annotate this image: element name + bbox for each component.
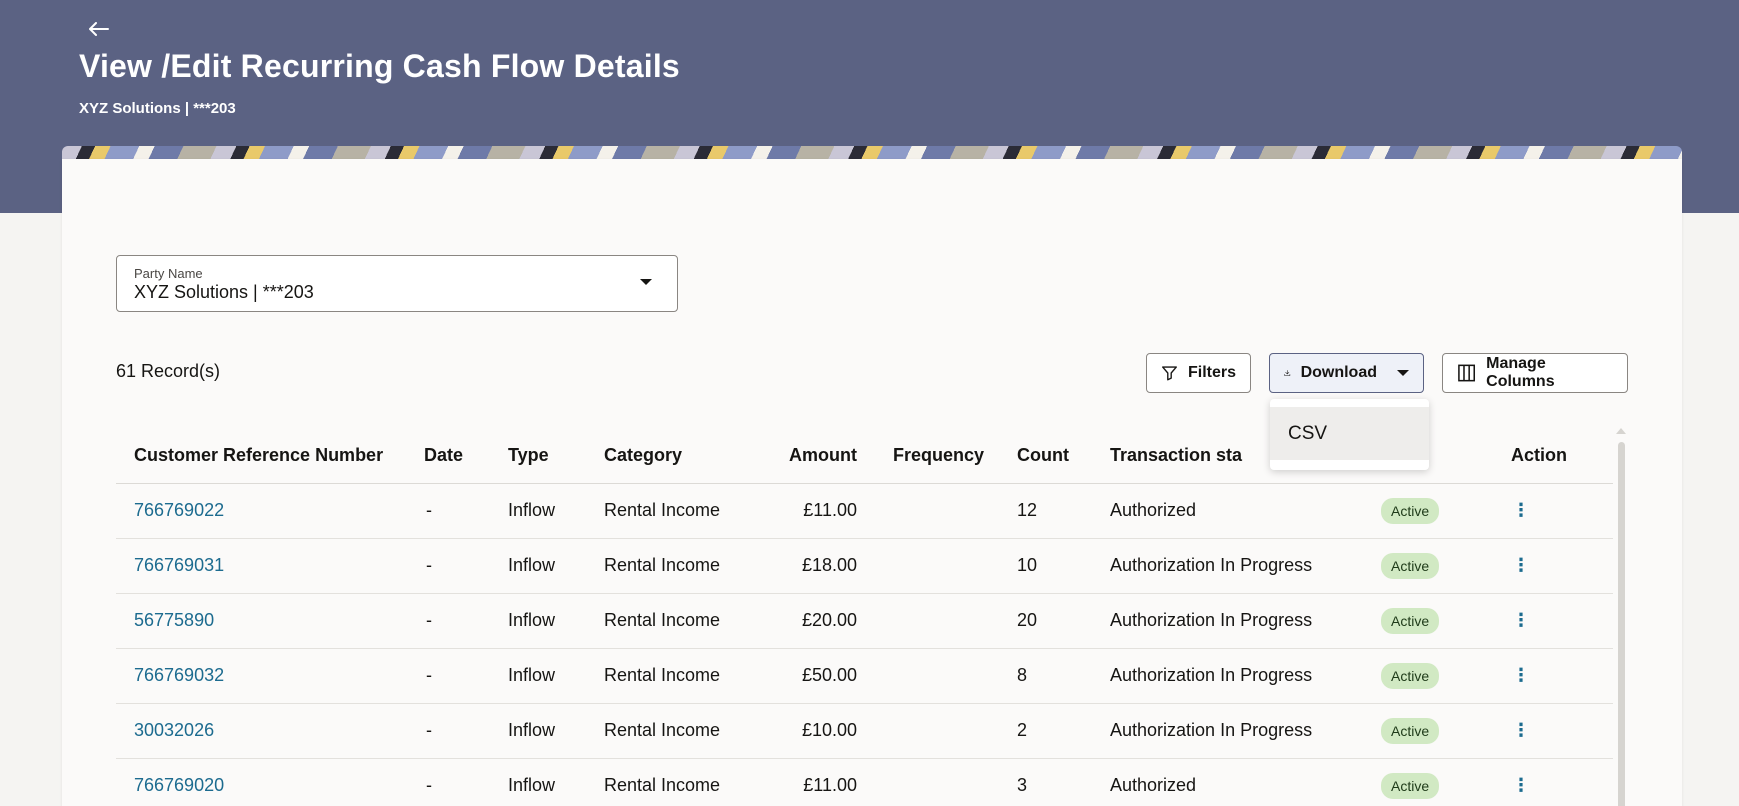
transaction-status-cell: Authorization In Progress: [1110, 593, 1381, 649]
party-name-select[interactable]: Party Name XYZ Solutions | ***203: [116, 255, 678, 312]
date-cell: -: [424, 703, 508, 759]
type-cell: Inflow: [508, 538, 604, 594]
column-header-frequency[interactable]: Frequency: [875, 428, 1013, 484]
cash-flow-table: Customer Reference Number Date Type Cate…: [116, 428, 1613, 806]
table-row: 766769032 - Inflow Rental Income £50.00 …: [116, 648, 1613, 704]
reference-link[interactable]: 766769020: [134, 775, 224, 795]
column-header-count[interactable]: Count: [1013, 428, 1110, 484]
manage-columns-button[interactable]: Manage Columns: [1442, 353, 1628, 393]
amount-cell: £11.00: [769, 483, 875, 539]
party-name-label: Party Name: [134, 266, 203, 281]
column-header-date[interactable]: Date: [424, 428, 508, 484]
reference-link[interactable]: 766769031: [134, 555, 224, 575]
filters-label: Filters: [1187, 364, 1236, 381]
table-scrollbar[interactable]: [1615, 428, 1627, 806]
record-count: 61 Record(s): [116, 361, 221, 381]
date-cell: -: [424, 648, 508, 704]
more-actions-icon[interactable]: ⋮: [1511, 720, 1531, 741]
status-badge: Active: [1381, 662, 1440, 689]
category-cell: Rental Income: [604, 483, 769, 539]
count-cell: 8: [1013, 648, 1110, 704]
reference-link[interactable]: 56775890: [134, 610, 214, 630]
back-button[interactable]: [86, 16, 112, 42]
reference-link[interactable]: 766769032: [134, 665, 224, 685]
frequency-cell: [875, 703, 1013, 759]
category-cell: Rental Income: [604, 648, 769, 704]
type-cell: Inflow: [508, 758, 604, 806]
more-actions-icon[interactable]: ⋮: [1511, 610, 1531, 631]
amount-cell: £10.00: [769, 703, 875, 759]
filter-icon: [1162, 366, 1177, 381]
reference-link[interactable]: 30032026: [134, 720, 214, 740]
table-row: 766769020 - Inflow Rental Income £11.00 …: [116, 758, 1613, 806]
page-title: View /Edit Recurring Cash Flow Details: [79, 48, 680, 84]
date-cell: -: [424, 483, 508, 539]
download-dropdown-menu: CSV: [1270, 399, 1429, 470]
frequency-cell: [875, 758, 1013, 806]
more-actions-icon[interactable]: ⋮: [1511, 500, 1531, 521]
frequency-cell: [875, 648, 1013, 704]
download-option-csv[interactable]: CSV: [1270, 407, 1429, 460]
column-header-ref[interactable]: Customer Reference Number: [116, 428, 424, 484]
table-row: 766769031 - Inflow Rental Income £18.00 …: [116, 538, 1613, 594]
table-row: 56775890 - Inflow Rental Income £20.00 2…: [116, 593, 1613, 649]
transaction-status-cell: Authorization In Progress: [1110, 703, 1381, 759]
amount-cell: £20.00: [769, 593, 875, 649]
status-badge: Active: [1381, 552, 1440, 579]
transaction-status-cell: Authorization In Progress: [1110, 538, 1381, 594]
transaction-status-cell: Authorized: [1110, 758, 1381, 806]
amount-cell: £50.00: [769, 648, 875, 704]
column-header-amount[interactable]: Amount: [769, 428, 875, 484]
count-cell: 20: [1013, 593, 1110, 649]
transaction-status-cell: Authorized: [1110, 483, 1381, 539]
category-cell: Rental Income: [604, 758, 769, 806]
more-actions-icon[interactable]: ⋮: [1511, 775, 1531, 796]
more-actions-icon[interactable]: ⋮: [1511, 665, 1531, 686]
category-cell: Rental Income: [604, 703, 769, 759]
count-cell: 10: [1013, 538, 1110, 594]
party-name-value: XYZ Solutions | ***203: [134, 282, 314, 302]
type-cell: Inflow: [508, 593, 604, 649]
manage-columns-label: Manage Columns: [1486, 355, 1555, 390]
count-cell: 12: [1013, 483, 1110, 539]
frequency-cell: [875, 593, 1013, 649]
category-cell: Rental Income: [604, 538, 769, 594]
filters-button[interactable]: Filters: [1146, 353, 1251, 393]
more-actions-icon[interactable]: ⋮: [1511, 555, 1531, 576]
column-header-action: Action: [1501, 428, 1613, 484]
column-header-type[interactable]: Type: [508, 428, 604, 484]
count-cell: 3: [1013, 758, 1110, 806]
table-row: 766769022 - Inflow Rental Income £11.00 …: [116, 483, 1613, 539]
columns-icon: [1458, 364, 1476, 382]
type-cell: Inflow: [508, 648, 604, 704]
amount-cell: £11.00: [769, 758, 875, 806]
date-cell: -: [424, 758, 508, 806]
scroll-up-icon[interactable]: [1616, 428, 1626, 434]
frequency-cell: [875, 538, 1013, 594]
type-cell: Inflow: [508, 483, 604, 539]
category-cell: Rental Income: [604, 593, 769, 649]
chevron-down-icon: [640, 279, 652, 285]
status-badge: Active: [1381, 717, 1440, 744]
date-cell: -: [424, 538, 508, 594]
page-subtitle: XYZ Solutions | ***203: [79, 100, 236, 117]
scrollbar-thumb[interactable]: [1618, 442, 1625, 806]
frequency-cell: [875, 483, 1013, 539]
status-badge: Active: [1381, 772, 1440, 799]
download-icon: [1284, 370, 1291, 376]
reference-link[interactable]: 766769022: [134, 500, 224, 520]
count-cell: 2: [1013, 703, 1110, 759]
status-badge: Active: [1381, 497, 1440, 524]
column-header-category[interactable]: Category: [604, 428, 769, 484]
arrow-left-icon: [89, 22, 109, 36]
status-badge: Active: [1381, 607, 1440, 634]
download-label: Download: [1300, 364, 1377, 381]
type-cell: Inflow: [508, 703, 604, 759]
download-button[interactable]: Download: [1269, 353, 1424, 393]
caret-down-icon: [1397, 370, 1409, 376]
table-row: 30032026 - Inflow Rental Income £10.00 2…: [116, 703, 1613, 759]
date-cell: -: [424, 593, 508, 649]
amount-cell: £18.00: [769, 538, 875, 594]
transaction-status-cell: Authorization In Progress: [1110, 648, 1381, 704]
